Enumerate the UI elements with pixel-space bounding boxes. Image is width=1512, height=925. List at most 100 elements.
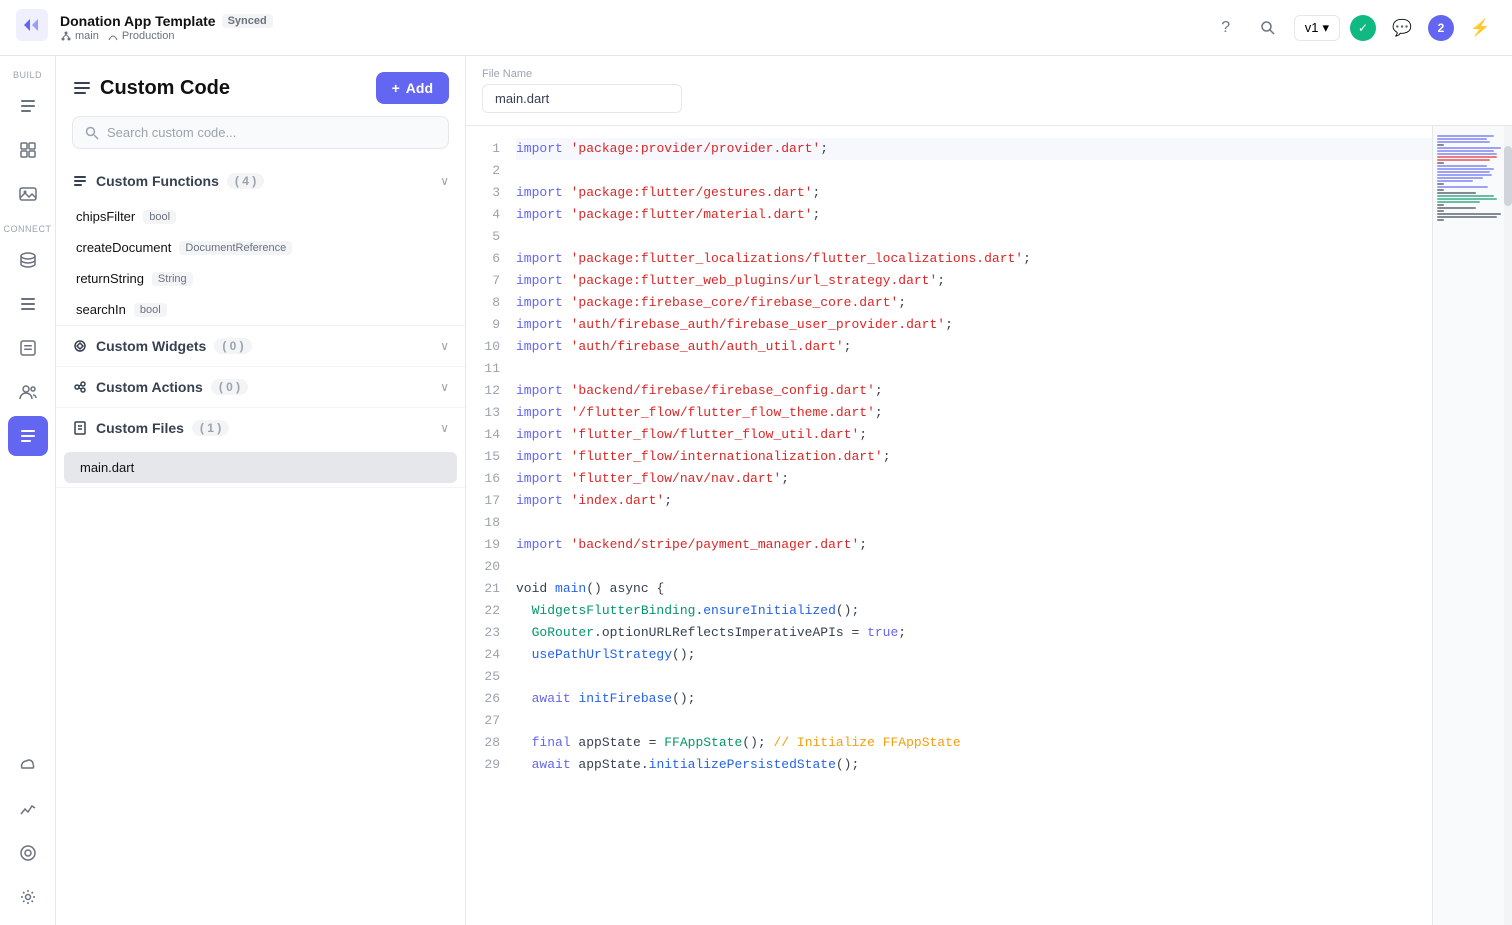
fn-name-searchin: searchIn <box>76 302 126 317</box>
custom-files-title: Custom Files <box>96 420 184 436</box>
rail-icon-database[interactable] <box>8 240 48 280</box>
rail-icon-list[interactable] <box>8 284 48 324</box>
app-logo <box>16 9 48 46</box>
environment-icon <box>107 30 119 42</box>
fn-searchin[interactable]: searchIn bool <box>56 294 465 325</box>
fn-name-returnstring: returnString <box>76 271 144 286</box>
fn-returnstring[interactable]: returnString String <box>56 263 465 294</box>
custom-files-header[interactable]: Custom Files ( 1 ) ∨ <box>56 408 465 448</box>
help-button[interactable]: ? <box>1210 12 1242 44</box>
custom-widgets-count: ( 0 ) <box>214 338 251 354</box>
fn-type-createdocument: DocumentReference <box>179 241 292 255</box>
rail-icon-analytics[interactable] <box>8 789 48 829</box>
list-icon <box>18 294 38 314</box>
branch-name: main <box>75 30 99 42</box>
cloud-icon <box>18 755 38 775</box>
custom-files-section: Custom Files ( 1 ) ∨ main.dart <box>56 408 465 488</box>
custom-actions-chevron-icon: ∨ <box>440 380 449 394</box>
version-chevron-icon: ▾ <box>1322 20 1329 36</box>
status-indicator: ✓ <box>1350 15 1376 41</box>
notifications-button[interactable]: ⚡ <box>1464 12 1496 44</box>
panel-title-text: Custom Code <box>100 77 230 100</box>
main-layout: Build Connect <box>0 56 1512 925</box>
app-title-block: Donation App Template Synced main Produc… <box>60 13 273 42</box>
analytics-icon <box>18 799 38 819</box>
rail-icon-media[interactable] <box>8 174 48 214</box>
custom-widgets-header[interactable]: Custom Widgets ( 0 ) ∨ <box>56 326 465 366</box>
actions-icon <box>72 379 88 395</box>
fn-type-chipsfilter: bool <box>143 210 176 224</box>
panel-title-icon <box>72 78 92 98</box>
rail-icon-cloud[interactable] <box>8 745 48 785</box>
custom-files-count: ( 1 ) <box>192 420 229 436</box>
connect-section-label: Connect <box>0 224 55 234</box>
rail-icon-integrations[interactable] <box>8 833 48 873</box>
custom-functions-chevron-icon: ∨ <box>440 174 449 188</box>
integrations-icon <box>18 843 38 863</box>
branch-icon <box>60 30 72 42</box>
pages-icon <box>18 96 38 116</box>
code-content[interactable]: import 'package:provider/provider.dart';… <box>516 126 1432 925</box>
rail-icon-settings[interactable] <box>8 877 48 917</box>
rail-icon-pages[interactable] <box>8 86 48 126</box>
topbar-actions: ? v1 ▾ ✓ 💬 2 ⚡ <box>1210 12 1496 44</box>
rail-icon-form[interactable] <box>8 328 48 368</box>
fn-name-createdocument: createDocument <box>76 240 171 255</box>
search-input[interactable] <box>107 125 436 140</box>
custom-actions-count: ( 0 ) <box>211 379 248 395</box>
rail-icon-code[interactable] <box>8 416 48 456</box>
database-icon <box>18 250 38 270</box>
branch-info: main <box>60 30 99 42</box>
custom-actions-title: Custom Actions <box>96 379 203 395</box>
scrollbar-thumb[interactable] <box>1504 146 1512 206</box>
environment-name: Production <box>122 30 175 42</box>
custom-functions-header[interactable]: Custom Functions ( 4 ) ∨ <box>56 161 465 201</box>
custom-actions-section: Custom Actions ( 0 ) ∨ <box>56 367 465 408</box>
files-icon <box>72 420 88 436</box>
add-button[interactable]: + Add <box>376 72 449 104</box>
code-editor: 12345 678910 1112131415 1617181920 21222… <box>466 126 1512 925</box>
custom-functions-count: ( 4 ) <box>227 173 264 189</box>
people-icon <box>18 382 38 402</box>
search-icon <box>85 126 99 140</box>
widgets-icon <box>72 338 88 354</box>
line-numbers: 12345 678910 1112131415 1617181920 21222… <box>466 126 516 925</box>
form-icon <box>18 338 38 358</box>
fn-createdocument[interactable]: createDocument DocumentReference <box>56 232 465 263</box>
icon-rail: Build Connect <box>0 56 56 925</box>
build-section-label: Build <box>0 70 55 80</box>
avatar: 2 <box>1428 15 1454 41</box>
custom-widgets-chevron-icon: ∨ <box>440 339 449 353</box>
custom-actions-header[interactable]: Custom Actions ( 0 ) ∨ <box>56 367 465 407</box>
media-icon <box>18 184 38 204</box>
file-name-input[interactable] <box>482 84 682 113</box>
version-button[interactable]: v1 ▾ <box>1294 15 1340 41</box>
add-icon: + <box>392 80 400 96</box>
file-main-dart[interactable]: main.dart <box>64 452 457 483</box>
scrollbar-track[interactable] <box>1504 126 1512 925</box>
functions-icon <box>72 173 88 189</box>
file-name-bar: File Name <box>466 56 1512 126</box>
panel-title: Custom Code <box>72 77 230 100</box>
custom-widgets-section: Custom Widgets ( 0 ) ∨ <box>56 326 465 367</box>
custom-functions-section: Custom Functions ( 4 ) ∨ chipsFilter boo… <box>56 161 465 326</box>
fn-type-returnstring: String <box>152 272 193 286</box>
search-bar <box>72 116 449 149</box>
custom-widgets-title: Custom Widgets <box>96 338 206 354</box>
chat-button[interactable]: 💬 <box>1386 12 1418 44</box>
file-name-label: File Name <box>482 68 1496 80</box>
rail-icon-widgets[interactable] <box>8 130 48 170</box>
code-editor-area: File Name 12345 678910 1112131415 161718… <box>466 56 1512 925</box>
fn-chipsfilter[interactable]: chipsFilter bool <box>56 201 465 232</box>
left-panel: Custom Code + Add Custom Functions ( 4 )… <box>56 56 466 925</box>
code-icon <box>18 426 38 446</box>
rail-icon-people[interactable] <box>8 372 48 412</box>
fn-name-chipsfilter: chipsFilter <box>76 209 135 224</box>
settings-icon <box>18 887 38 907</box>
add-button-label: Add <box>406 80 433 96</box>
fn-type-searchin: bool <box>134 303 167 317</box>
custom-files-chevron-icon: ∨ <box>440 421 449 435</box>
app-name: Donation App Template <box>60 13 216 29</box>
widgets-icon <box>18 140 38 160</box>
search-button[interactable] <box>1252 12 1284 44</box>
